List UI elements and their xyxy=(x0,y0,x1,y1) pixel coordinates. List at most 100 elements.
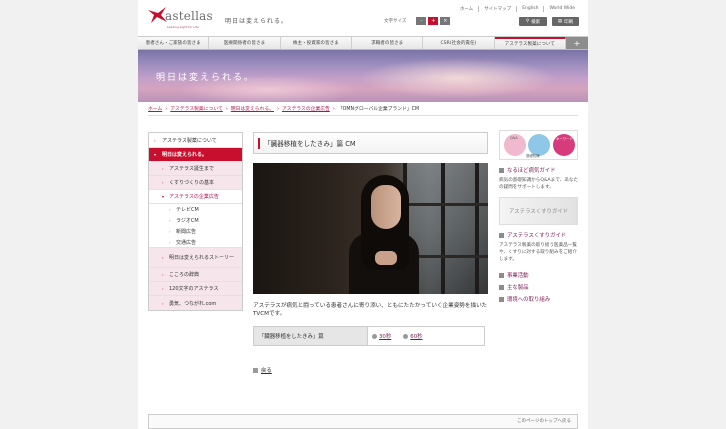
chevron-down-icon: ▾ xyxy=(154,152,157,157)
toplink-home[interactable]: ホーム xyxy=(455,6,478,12)
lnav-sub-label: 交通広告 xyxy=(176,239,197,246)
photo-figure-hands xyxy=(375,251,397,265)
photo-window-frame xyxy=(403,203,488,206)
breadcrumb-slogan[interactable]: 明日は変えられる。 xyxy=(231,105,274,112)
text-size-small-button[interactable]: - xyxy=(416,17,427,25)
breadcrumb-ads[interactable]: アステラスの企業広告 xyxy=(282,105,330,112)
main-content: 「臓器移植をしたきみ」篇 CM アステラスが病気と闘っている患者さんに寄り添い、… xyxy=(253,132,488,346)
lnav-sub-tvcm[interactable]: › テレビCM xyxy=(149,204,242,215)
gnav-about[interactable]: アステラス製薬について xyxy=(494,37,566,49)
breadcrumb-about[interactable]: アステラス製薬について xyxy=(170,105,223,112)
local-nav: › アステラス製薬について ▾ 明日は変えられる。 › アステラス誕生まで › くすりづ… xyxy=(148,132,243,311)
lnav-sub-label: 新聞広告 xyxy=(176,229,197,235)
lnav-head[interactable]: › アステラス製薬について xyxy=(149,133,242,148)
cm-table-header: 「臓器移植をしたきみ」篇 xyxy=(254,327,368,345)
cm-description: アステラスが病気と闘っている患者さんに寄り添い、ともにたたかっていく企業姿勢を描… xyxy=(253,303,488,317)
cm-photo xyxy=(253,163,488,294)
lnav-item-basics[interactable]: › くすりづくりの基本 xyxy=(149,176,242,190)
lnav-active[interactable]: ▾ 明日は変えられる。 xyxy=(149,148,242,162)
lnav-item-label: こころの辞典 xyxy=(169,272,200,278)
toplink-english[interactable]: English xyxy=(516,6,543,12)
search-button[interactable]: ⚲ 検索 xyxy=(519,17,547,26)
lnav-item-story[interactable]: › 明日は変えられるストーリー xyxy=(149,248,242,268)
medicine-guide-link[interactable]: アステラスくすりガイド xyxy=(499,231,579,239)
cm-link-60[interactable]: 60秒 xyxy=(403,332,423,340)
arrow-icon: › xyxy=(162,180,164,185)
right-column: Q&A キーワード 基礎知識 なるほど病気ガイド 病気の基礎知識からQ&Aまで、… xyxy=(499,130,579,303)
arrow-icon: › xyxy=(169,207,171,212)
disease-guide-link-label: なるほど病気ガイド xyxy=(507,168,556,174)
disease-guide-link[interactable]: なるほど病気ガイド xyxy=(499,166,579,174)
lnav-item-ads[interactable]: ▾ アステラスの企業広告 xyxy=(149,190,242,204)
lnav-sub-transit[interactable]: › 交通広告 xyxy=(149,237,242,248)
toplink-sitemap[interactable]: サイトマップ xyxy=(478,6,516,12)
business-link-label: 事業活動 xyxy=(507,273,529,279)
gnav-csr[interactable]: CSR(社会的責任) xyxy=(423,37,495,49)
arrow-icon: › xyxy=(169,239,171,245)
lnav-item-label: くすりづくりの基本 xyxy=(169,180,215,186)
play-icon xyxy=(403,334,409,339)
site-header: astellas Leading Light for Life 明日は変えられる… xyxy=(138,0,588,36)
page: astellas Leading Light for Life 明日は変えられる… xyxy=(138,0,588,429)
gnav-patients[interactable]: 患者さん・ご家族の皆さま xyxy=(138,37,210,49)
arrow-icon xyxy=(499,232,504,238)
lnav-sub-label: テレビCM xyxy=(176,207,199,213)
print-button[interactable]: ▤ 印刷 xyxy=(552,17,579,26)
arrow-icon: ▾ xyxy=(162,194,165,199)
gnav-careers[interactable]: 求職者の皆さま xyxy=(352,37,424,49)
cm-table-links: 30秒 60秒 xyxy=(368,327,484,345)
toplink-worldwide[interactable]: World Wide xyxy=(543,6,580,12)
disease-guide-banner[interactable]: Q&A キーワード 基礎知識 xyxy=(499,130,578,160)
lnav-sub-label: ラジオCM xyxy=(176,218,199,224)
back-link[interactable]: 戻る xyxy=(253,366,272,374)
breadcrumb-separator-icon: › xyxy=(332,105,335,112)
medicine-guide-banner[interactable]: アステラスくすりガイド xyxy=(499,197,578,225)
arrow-icon xyxy=(499,296,504,302)
local-nav-box: › アステラス製薬について ▾ 明日は変えられる。 › アステラス誕生まで › くすりづ… xyxy=(148,132,243,311)
lnav-item-label: アステラスの企業広告 xyxy=(169,194,219,200)
play-icon xyxy=(372,334,377,339)
arrow-icon: › xyxy=(162,286,164,291)
lnav-item-120[interactable]: › 120文字のアステラス xyxy=(149,282,242,296)
lnav-item-courage[interactable]: › 勇気、つながれ.com xyxy=(149,296,242,310)
gnav-expand-button[interactable]: + xyxy=(565,37,588,49)
arrow-icon xyxy=(499,272,504,278)
search-icon: ⚲ xyxy=(525,19,530,24)
banner-glow xyxy=(358,58,558,98)
cm-link-30[interactable]: 30秒 xyxy=(372,332,391,340)
lnav-sub-newspaper[interactable]: › 新聞広告 xyxy=(149,226,242,237)
print-button-label: 印刷 xyxy=(564,19,574,25)
lnav-item-dictionary[interactable]: › こころの辞典 xyxy=(149,268,242,282)
arrow-icon xyxy=(499,167,504,173)
banner-text: 明日は変えられる。 xyxy=(156,73,256,83)
cm-link-30-label: 30秒 xyxy=(379,334,392,340)
knowledge-label: 基礎知識 xyxy=(526,154,540,158)
environment-link[interactable]: 環境への取り組み xyxy=(499,295,579,303)
page-top-link[interactable]: このページのトップへ戻る xyxy=(517,418,571,424)
text-size-reset-button[interactable]: × xyxy=(440,17,451,25)
arrow-icon xyxy=(499,284,504,290)
page-banner: 明日は変えられる。 xyxy=(138,50,588,102)
header-slogan: 明日は変えられる。 xyxy=(225,18,289,25)
business-link[interactable]: 事業活動 xyxy=(499,271,579,279)
top-links: ホーム サイトマップ English World Wide xyxy=(455,6,580,12)
brand-name: astellas xyxy=(165,9,213,23)
lnav-item-history[interactable]: › アステラス誕生まで xyxy=(149,162,242,176)
text-size-large-button[interactable]: + xyxy=(428,17,439,25)
photo-figure-face xyxy=(371,185,401,229)
astellas-logo[interactable]: astellas Leading Light for Life xyxy=(146,5,226,33)
gnav-investors[interactable]: 株主・投資家の皆さま xyxy=(281,37,352,49)
lnav-sub-radiocm[interactable]: › ラジオCM xyxy=(149,215,242,226)
print-icon: ▤ xyxy=(557,19,563,24)
cm-table: 「臓器移植をしたきみ」篇 30秒 60秒 xyxy=(253,326,485,346)
products-link[interactable]: 主な製品 xyxy=(499,283,579,291)
breadcrumb-separator-icon: › xyxy=(276,105,279,112)
breadcrumb-home[interactable]: ホーム xyxy=(148,105,162,112)
lnav-item-label: 明日は変えられるストーリー xyxy=(169,254,235,261)
text-size-control: 文字サイズ - + × xyxy=(384,17,451,25)
breadcrumb-divider xyxy=(148,115,578,116)
medicine-guide-link-label: アステラスくすりガイド xyxy=(507,233,567,239)
brand-tagline: Leading Light for Life xyxy=(167,25,199,29)
arrow-icon xyxy=(253,367,258,373)
gnav-medical[interactable]: 医療関係者の皆さま xyxy=(209,37,281,49)
